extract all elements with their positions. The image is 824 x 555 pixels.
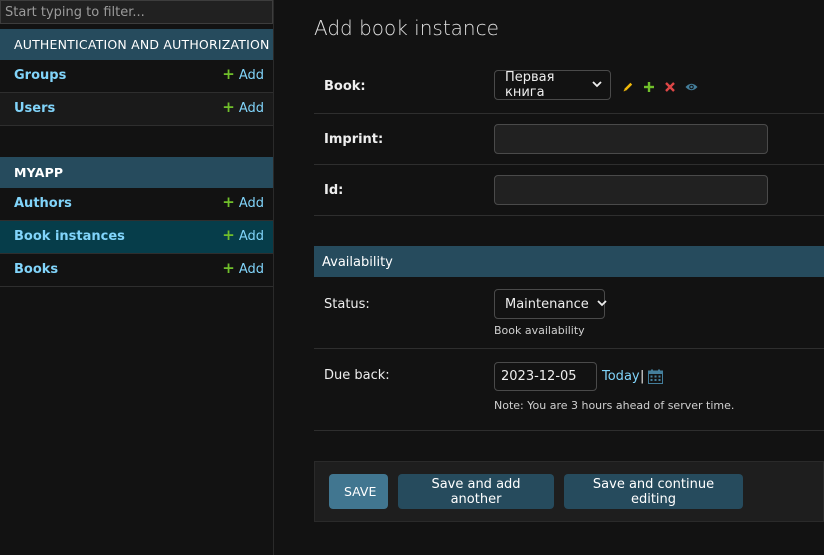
id-label: Id: — [324, 183, 344, 198]
main-content: Add book instance Book: Первая книга Imp… — [275, 0, 824, 555]
add-label: Add — [238, 196, 264, 211]
due-back-label: Due back: — [324, 368, 390, 383]
today-link[interactable]: Today — [602, 369, 640, 384]
plus-icon: + — [222, 98, 235, 116]
add-label: Add — [238, 229, 264, 244]
sidebar-item-groups-link[interactable]: Groups — [14, 68, 66, 83]
plus-icon: + — [222, 65, 235, 83]
sidebar-item-authors-link[interactable]: Authors — [14, 196, 72, 211]
timezone-note: Note: You are 3 hours ahead of server ti… — [494, 399, 735, 412]
chevron-down-icon — [597, 299, 607, 310]
plus-icon: + — [222, 226, 235, 244]
sidebar-item-books-link[interactable]: Books — [14, 262, 58, 277]
users-add-link[interactable]: + Add — [222, 98, 264, 117]
sidebar-item-books: Books + Add — [0, 254, 273, 287]
form-row-due-back: Due back: Today | Note: You are 3 hours … — [314, 349, 824, 431]
sidebar-item-book-instances-link[interactable]: Book instances — [14, 229, 125, 244]
book-select[interactable]: Первая книга — [494, 70, 611, 100]
pencil-icon[interactable] — [622, 81, 634, 93]
save-and-continue-button[interactable]: Save and continue editing — [564, 474, 743, 509]
book-select-value: Первая книга — [505, 70, 555, 100]
sidebar-item-book-instances: Book instances + Add — [0, 221, 273, 254]
form-row-status: Status: Maintenance Book availability — [314, 277, 824, 349]
add-label: Add — [238, 101, 264, 116]
save-button[interactable]: SAVE — [329, 474, 388, 509]
sidebar-item-authors: Authors + Add — [0, 188, 273, 221]
add-label: Add — [238, 262, 264, 277]
module-caption-myapp[interactable]: MYAPP — [0, 157, 273, 188]
imprint-label: Imprint: — [324, 132, 384, 147]
related-widget-icons — [622, 81, 698, 93]
due-back-date-input[interactable] — [494, 362, 597, 391]
plus-icon: + — [222, 259, 235, 277]
book-instances-add-link[interactable]: + Add — [222, 226, 264, 245]
books-add-link[interactable]: + Add — [222, 259, 264, 278]
book-label: Book: — [324, 79, 366, 94]
sidebar-filter-input[interactable] — [0, 0, 273, 24]
page-title: Add book instance — [314, 16, 499, 40]
submit-row: SAVE Save and add another Save and conti… — [314, 461, 824, 522]
module-caption-auth[interactable]: AUTHENTICATION AND AUTHORIZATION — [0, 29, 273, 60]
imprint-input[interactable] — [494, 124, 768, 154]
eye-icon[interactable] — [685, 81, 698, 93]
id-input[interactable] — [494, 175, 768, 205]
groups-add-link[interactable]: + Add — [222, 65, 264, 84]
sidebar-item-users: Users + Add — [0, 93, 273, 126]
form-row-book: Book: Первая книга — [314, 62, 824, 114]
sidebar: AUTHENTICATION AND AUTHORIZATION Groups … — [0, 0, 274, 555]
sidebar-item-groups: Groups + Add — [0, 60, 273, 93]
form-row-id: Id: — [314, 165, 824, 216]
availability-fieldset-header: Availability — [314, 246, 824, 277]
sidebar-item-users-link[interactable]: Users — [14, 101, 55, 116]
status-help-text: Book availability — [494, 324, 585, 337]
plus-icon[interactable] — [643, 81, 655, 93]
status-select-value: Maintenance — [505, 296, 589, 312]
add-label: Add — [238, 68, 264, 83]
separator: | — [640, 369, 645, 384]
authors-add-link[interactable]: + Add — [222, 193, 264, 212]
delete-icon[interactable] — [664, 81, 676, 93]
status-label: Status: — [324, 297, 370, 312]
status-select[interactable]: Maintenance — [494, 289, 607, 319]
calendar-icon[interactable] — [648, 369, 663, 388]
form-row-imprint: Imprint: — [314, 114, 824, 165]
plus-icon: + — [222, 193, 235, 211]
save-and-add-another-button[interactable]: Save and add another — [398, 474, 554, 509]
chevron-down-icon — [592, 80, 602, 91]
